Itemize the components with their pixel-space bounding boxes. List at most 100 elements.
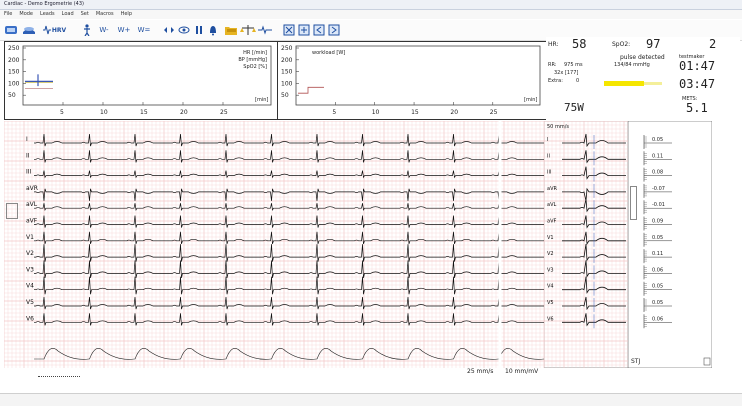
rr-count: 32x [177]	[554, 70, 579, 76]
mets-value: 5.1	[686, 101, 708, 115]
y-tick-label: 200	[8, 57, 20, 64]
expand-icon[interactable]	[163, 23, 175, 37]
menu-item-mode[interactable]: Mode	[19, 11, 33, 17]
stage-value: 2	[709, 37, 717, 51]
median-lead-label: V4	[547, 284, 554, 290]
wave-icon[interactable]	[258, 23, 272, 37]
stage-time: 03:47	[679, 77, 716, 91]
menu-item-leads[interactable]: Leads	[40, 11, 55, 17]
y-tick-label: 250	[281, 45, 293, 52]
x-unit-label: [min]	[524, 97, 537, 103]
st-value: 0.06	[652, 316, 663, 322]
menu-item-macros[interactable]: Macros	[96, 11, 114, 17]
st-value: -0.01	[652, 202, 665, 208]
lead-label: I	[26, 136, 28, 143]
st-value: 0.05	[652, 137, 663, 143]
lead-label: aVF	[26, 218, 38, 225]
w-plus-button[interactable]: W+	[115, 23, 133, 37]
trend-panel: 250 200 150 100 50 5 10 15 20 25 [min] HR [/min] BP …	[4, 41, 278, 120]
right-scroll-handle[interactable]	[630, 186, 637, 220]
st-value: -0.07	[652, 186, 665, 192]
menu-item-load[interactable]: Load	[62, 11, 74, 17]
st-value: 0.09	[652, 219, 663, 225]
paper-speed-label: 25 mm/s	[467, 368, 494, 375]
median-lead-label: V1	[547, 235, 554, 241]
trend-chart: 250 200 150 100 50 5 10 15 20 25 [min] HR [/min]BP …	[8, 45, 272, 116]
extra-label: Extra:	[548, 78, 563, 84]
ecg-rhythm-panel: I II III aVR aVL aVF V1 V2 V3 V4 V5 V6	[4, 121, 544, 368]
window-title: Cardiac - Demo Ergometrie (43)	[4, 1, 84, 7]
median-lead-label: aVR	[547, 186, 557, 192]
median-lead-label: aVL	[547, 202, 556, 208]
title-bar: Cardiac - Demo Ergometrie (43)	[0, 0, 742, 10]
scroll-left-icon[interactable]	[313, 23, 325, 37]
st-trend-panel: 0.05 0.11 0.08 -0.07 -0.01 0.09 0.05 0.11 0.06 0.…	[628, 121, 712, 368]
eye-icon[interactable]	[178, 23, 190, 37]
dotted-marker	[38, 376, 80, 377]
median-lead-label: I	[547, 137, 548, 143]
x-tick-label: 20	[180, 109, 188, 116]
hrv-button[interactable]: HRV	[40, 23, 68, 37]
ecg-background	[4, 121, 544, 368]
left-scroll-handle[interactable]	[6, 203, 18, 219]
y-tick-label: 150	[281, 69, 293, 76]
x-tick-label: 25	[220, 109, 228, 116]
menu-item-file[interactable]: File	[4, 11, 12, 17]
pulse-status: pulse detected	[620, 54, 665, 61]
spo2-value: 97	[646, 37, 661, 51]
hrv-label: HRV	[51, 26, 67, 34]
zoom-in-icon[interactable]	[298, 23, 310, 37]
spo2-label: SpO2:	[612, 41, 631, 48]
st-value: 0.11	[652, 153, 663, 159]
zoom-fit-icon[interactable]	[283, 23, 295, 37]
w-equal-button[interactable]: W=	[135, 23, 153, 37]
x-tick-label: 25	[490, 109, 498, 116]
y-tick-label: 200	[281, 57, 293, 64]
series-label: BP [mmHg]	[238, 57, 267, 63]
lead-label: V4	[26, 283, 34, 290]
lead-label: V3	[26, 266, 34, 273]
workload-panel: 250 200 150 100 50 5 10 15 20 25 [min] workload [W]	[277, 41, 547, 120]
rr-label: RR:	[548, 62, 557, 68]
start-icon[interactable]	[4, 23, 18, 37]
bell-icon[interactable]	[208, 23, 218, 37]
st-close-icon[interactable]	[703, 357, 711, 366]
hr-label: HR:	[548, 41, 559, 48]
menu-item-set[interactable]: Set	[81, 11, 89, 17]
median-lead-label: V3	[547, 267, 554, 273]
scroll-right-icon[interactable]	[328, 23, 340, 37]
st-value: 0.08	[652, 170, 663, 176]
print-icon[interactable]	[22, 23, 36, 37]
elapsed-time: 01:47	[679, 59, 716, 73]
median-lead-label: III	[547, 170, 551, 176]
y-tick-label: 100	[281, 80, 293, 87]
load-value: 75W	[564, 101, 584, 114]
spo2-signal-bar	[604, 81, 644, 86]
ecg-rhythm-strip: IIIIIIaVRaVLaVFV1V2V3V4V5V6	[4, 121, 544, 368]
folder-icon[interactable]	[224, 23, 238, 37]
y-tick-label: 50	[8, 92, 16, 99]
plot-area	[22, 45, 272, 106]
lead-label: V1	[26, 234, 34, 241]
st-value: 0.05	[652, 235, 663, 241]
menu-bar: File Mode Leads Load Set Macros Help	[0, 10, 742, 19]
median-lead-label: V6	[547, 316, 554, 322]
st-values-chart: 0.05 0.11 0.08 -0.07 -0.01 0.09 0.05 0.11 0.06 0.…	[628, 121, 712, 368]
person-icon[interactable]	[82, 23, 92, 37]
median-lead-label: II	[547, 153, 550, 159]
y-tick-label: 150	[8, 69, 20, 76]
median-lead-label: V5	[547, 300, 554, 306]
menu-item-help[interactable]: Help	[121, 11, 132, 17]
lead-label: aVL	[26, 201, 38, 208]
w-minus-button[interactable]: W-	[95, 23, 113, 37]
lead-label: aVR	[26, 185, 38, 192]
pause-icon[interactable]	[194, 23, 204, 37]
x-tick-label: 5	[332, 109, 336, 116]
extra-value: 0	[576, 78, 580, 84]
series-label: SpO2 [%]	[243, 64, 267, 70]
x-unit-label: [min]	[255, 97, 268, 103]
scale-icon[interactable]	[240, 23, 256, 37]
gain-label: 10 mm/mV	[505, 368, 539, 375]
stj-label: STJ	[631, 358, 640, 365]
series-label: HR [/min]	[243, 50, 267, 56]
